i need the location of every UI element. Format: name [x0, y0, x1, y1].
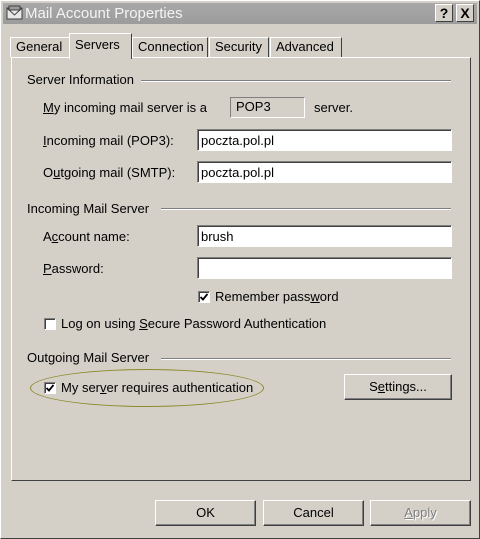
settings-button[interactable]: Settings... [344, 374, 452, 400]
ok-button[interactable]: OK [155, 500, 256, 526]
spa-checkbox[interactable] [44, 318, 56, 330]
mail-envelope-icon [6, 5, 23, 20]
tab-connection[interactable]: Connection [132, 37, 208, 57]
group-divider [161, 358, 451, 360]
remember-password-label: Remember password [215, 289, 339, 304]
apply-button[interactable]: Apply [370, 500, 471, 526]
checkmark-icon [200, 293, 208, 301]
server-type-label: My incoming mail server is a [43, 100, 207, 115]
account-name-input[interactable] [197, 225, 452, 247]
tab-security[interactable]: Security [209, 37, 269, 57]
account-name-label: Account name: [43, 229, 130, 244]
server-info-title: Server Information [27, 72, 140, 87]
incoming-mail-input[interactable] [197, 129, 452, 151]
server-type-value: POP3 [230, 97, 305, 118]
title-bar[interactable]: Mail Account Properties ? X [3, 3, 477, 24]
spa-label: Log on using Secure Password Authenticat… [61, 316, 327, 331]
outgoing-mail-input[interactable] [197, 161, 452, 183]
dialog-window: Mail Account Properties ? X General Serv… [0, 0, 480, 539]
outgoing-server-title: Outgoing Mail Server [27, 350, 156, 365]
incoming-server-title: Incoming Mail Server [27, 201, 156, 216]
tab-servers[interactable]: Servers [69, 33, 132, 59]
cancel-button[interactable]: Cancel [263, 500, 364, 526]
window-title: Mail Account Properties [25, 5, 183, 22]
server-type-suffix: server. [314, 100, 354, 115]
outgoing-mail-label: Outgoing mail (SMTP): [43, 165, 176, 180]
highlight-ellipse [30, 369, 264, 407]
group-divider [161, 208, 451, 210]
tab-general[interactable]: General [10, 37, 70, 57]
password-label: Password: [43, 261, 104, 276]
remember-password-checkbox[interactable] [198, 291, 210, 303]
close-button[interactable]: X [456, 4, 474, 22]
password-input[interactable] [197, 257, 452, 279]
incoming-mail-label: Incoming mail (POP3): [43, 133, 174, 148]
help-button[interactable]: ? [435, 4, 453, 22]
tab-advanced[interactable]: Advanced [270, 37, 342, 57]
group-divider [141, 80, 451, 82]
